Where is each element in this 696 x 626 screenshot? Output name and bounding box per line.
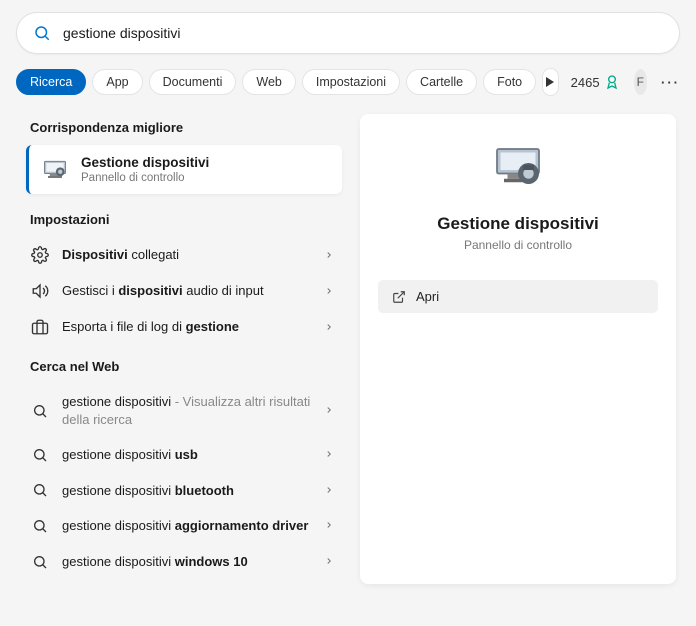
search-bar[interactable] [16,12,680,54]
chevron-right-icon [324,447,334,462]
result-label: gestione dispositivi - Visualizza altri … [62,393,312,428]
settings-header: Impostazioni [30,212,338,227]
results-column: Corrispondenza migliore Gestione disposi… [26,114,342,584]
filter-chip-web[interactable]: Web [242,69,295,95]
best-match-header: Corrispondenza migliore [30,120,338,135]
result-label: Esporta i file di log di gestione [62,318,312,336]
open-button[interactable]: Apri [378,280,658,313]
result-label: Gestisci i dispositivi audio di input [62,282,312,300]
open-external-icon [392,290,406,304]
filter-chip-documenti[interactable]: Documenti [149,69,237,95]
device-manager-large-icon [490,142,546,198]
search-icon [33,24,51,42]
rewards-icon [604,74,620,90]
briefcase-icon [30,318,50,336]
result-label: gestione dispositivi usb [62,446,312,464]
points-value: 2465 [571,75,600,90]
filter-chip-foto[interactable]: Foto [483,69,536,95]
web-result-3[interactable]: gestione dispositivi aggiornamento drive… [26,508,342,544]
preview-title: Gestione dispositivi [378,214,658,234]
web-result-2[interactable]: gestione dispositivi bluetooth [26,473,342,509]
more-filters-button[interactable] [542,68,558,96]
settings-result-2[interactable]: Esporta i file di log di gestione [26,309,342,345]
best-match-title: Gestione dispositivi [81,155,209,170]
rewards-points[interactable]: 2465 [571,74,620,90]
web-result-4[interactable]: gestione dispositivi windows 10 [26,544,342,580]
best-match-item[interactable]: Gestione dispositivi Pannello di control… [26,145,342,194]
open-label: Apri [416,289,439,304]
search-input[interactable] [63,25,663,41]
web-header: Cerca nel Web [30,359,338,374]
settings-result-0[interactable]: Dispositivi collegati [26,237,342,273]
filter-chip-cartelle[interactable]: Cartelle [406,69,477,95]
result-label: gestione dispositivi bluetooth [62,482,312,500]
chevron-right-icon [324,518,334,533]
web-result-0[interactable]: gestione dispositivi - Visualizza altri … [26,384,342,437]
settings-result-1[interactable]: Gestisci i dispositivi audio di input [26,273,342,309]
chevron-right-icon [324,284,334,299]
filter-row: RicercaApp DocumentiWeb ImpostazioniCartel… [16,68,680,96]
web-result-1[interactable]: gestione dispositivi usb [26,437,342,473]
chevron-right-icon [324,403,334,418]
search-icon [30,403,50,419]
preview-icon-wrap [378,142,658,198]
filter-chip-app[interactable]: App [92,69,142,95]
more-menu-button[interactable]: ··· [661,75,680,90]
search-icon [30,554,50,570]
device-manager-icon [41,156,69,184]
filter-chip-ricerca[interactable]: Ricerca [16,69,86,95]
search-icon [30,518,50,534]
chevron-right-icon [324,554,334,569]
preview-subtitle: Pannello di controllo [378,238,658,252]
result-label: gestione dispositivi windows 10 [62,553,312,571]
speaker-icon [30,282,50,300]
search-icon [30,482,50,498]
preview-panel: Gestione dispositivi Pannello di control… [360,114,676,584]
filter-chip-impostazioni[interactable]: Impostazioni [302,69,400,95]
chevron-right-icon [324,483,334,498]
chevron-right-icon [324,320,334,335]
result-label: gestione dispositivi aggiornamento drive… [62,517,312,535]
chevron-right-icon [324,248,334,263]
search-icon [30,447,50,463]
gear-icon [30,246,50,264]
best-match-subtitle: Pannello di controllo [81,172,209,184]
user-avatar[interactable]: F [634,69,647,95]
result-label: Dispositivi collegati [62,246,312,264]
